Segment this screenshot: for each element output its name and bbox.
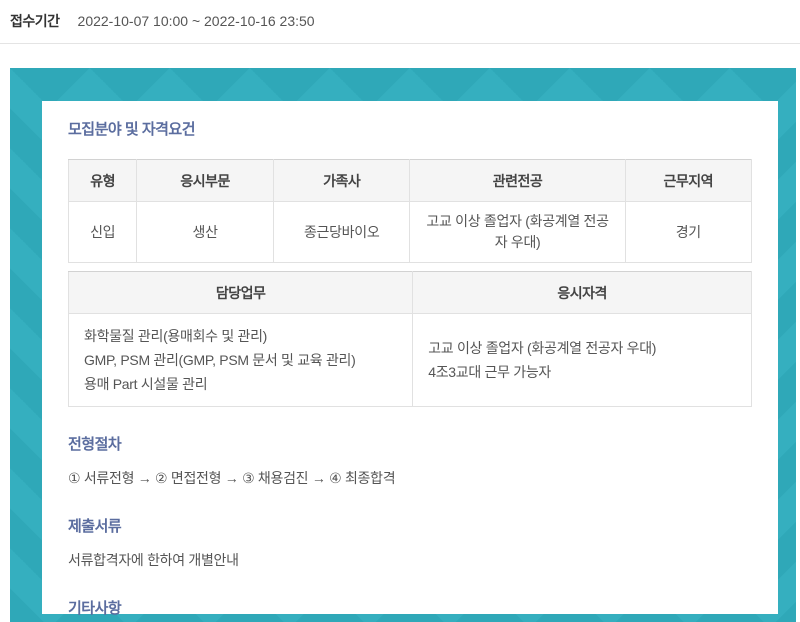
col-header-major: 관련전공 <box>410 160 625 202</box>
cell-qualification: 고교 이상 졸업자 (화공계열 전공자 우대) 4조3교대 근무 가능자 <box>413 314 752 407</box>
reception-period-bar: 접수기간 2022-10-07 10:00 ~ 2022-10-16 23:50 <box>0 0 800 31</box>
recruit-table-header-row: 유형 응시부문 가족사 관련전공 근무지역 <box>69 160 752 202</box>
duty-table: 담당업무 응시자격 화학물질 관리(용매회수 및 관리) GMP, PSM 관리… <box>68 271 752 407</box>
cell-part: 생산 <box>137 202 274 263</box>
recruit-table-row: 신입 생산 종근당바이오 고교 이상 졸업자 (화공계열 전공자 우대) 경기 <box>69 202 752 263</box>
col-header-company: 가족사 <box>273 160 410 202</box>
section-title-process: 전형절차 <box>68 433 752 454</box>
content-card: 모집분야 및 자격요건 유형 응시부문 가족사 관련전공 근무지역 신입 생산 … <box>42 101 778 614</box>
duty-line: GMP, PSM 관리(GMP, PSM 문서 및 교육 관리) <box>84 348 397 372</box>
recruit-table: 유형 응시부문 가족사 관련전공 근무지역 신입 생산 종근당바이오 고교 이상… <box>68 159 752 263</box>
duty-table-row: 화학물질 관리(용매회수 및 관리) GMP, PSM 관리(GMP, PSM … <box>69 314 752 407</box>
section-title-documents: 제출서류 <box>68 515 752 536</box>
documents-content: 서류합격자에 한하여 개별안내 <box>68 549 752 571</box>
divider <box>0 43 800 44</box>
cell-major: 고교 이상 졸업자 (화공계열 전공자 우대) <box>410 202 625 263</box>
duty-line: 화학물질 관리(용매회수 및 관리) <box>84 324 397 348</box>
col-header-type: 유형 <box>69 160 137 202</box>
cell-location: 경기 <box>625 202 751 263</box>
qualification-line: 고교 이상 졸업자 (화공계열 전공자 우대) <box>428 336 736 360</box>
duty-table-header-row: 담당업무 응시자격 <box>69 272 752 314</box>
qualification-line: 4조3교대 근무 가능자 <box>428 360 736 384</box>
cell-company: 종근당바이오 <box>273 202 410 263</box>
col-header-location: 근무지역 <box>625 160 751 202</box>
process-steps: ① 서류전형 → ② 면접전형 → ③ 채용검진 → ④ 최종합격 <box>68 467 752 489</box>
reception-period-label: 접수기간 <box>10 11 60 31</box>
section-title-etc: 기타사항 <box>68 597 752 618</box>
col-header-part: 응시부문 <box>137 160 274 202</box>
col-header-qualification: 응시자격 <box>413 272 752 314</box>
reception-period-value: 2022-10-07 10:00 ~ 2022-10-16 23:50 <box>78 13 315 29</box>
cell-duty: 화학물질 관리(용매회수 및 관리) GMP, PSM 관리(GMP, PSM … <box>69 314 413 407</box>
col-header-duty: 담당업무 <box>69 272 413 314</box>
duty-line: 용매 Part 시설물 관리 <box>84 372 397 396</box>
cell-type: 신입 <box>69 202 137 263</box>
section-title-recruit: 모집분야 및 자격요건 <box>68 118 752 139</box>
chevron-banner: 모집분야 및 자격요건 유형 응시부문 가족사 관련전공 근무지역 신입 생산 … <box>10 68 796 622</box>
